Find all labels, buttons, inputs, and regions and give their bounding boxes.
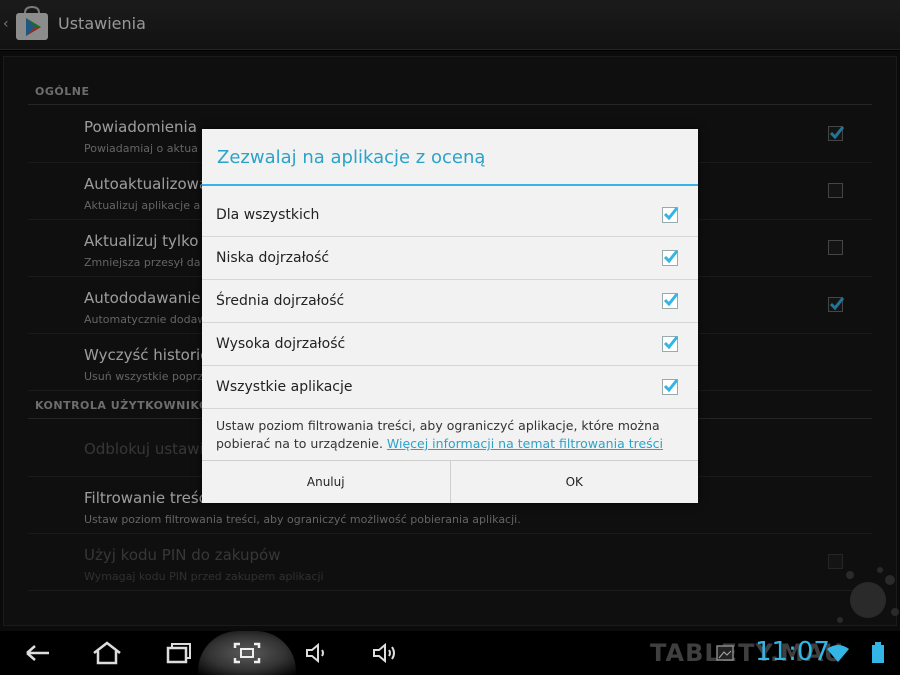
dialog-title: Zezwalaj na aplikacje z oceną bbox=[217, 147, 486, 168]
dialog-title-divider bbox=[202, 184, 698, 186]
option-label: Niska dojrzałość bbox=[216, 250, 330, 266]
home-icon[interactable] bbox=[90, 639, 124, 667]
option-all-apps[interactable]: Wszystkie aplikacje bbox=[202, 366, 698, 409]
volume-down-icon[interactable] bbox=[300, 639, 334, 667]
screenshot-icon[interactable] bbox=[230, 639, 264, 667]
cancel-button[interactable]: Anuluj bbox=[202, 461, 450, 503]
check-icon bbox=[663, 336, 679, 350]
gallery-notification-icon[interactable] bbox=[716, 645, 734, 661]
system-bar: TABLETY.MAU 11:07 bbox=[0, 631, 900, 675]
check-icon bbox=[663, 250, 679, 264]
check-icon bbox=[663, 207, 679, 221]
recent-apps-icon[interactable] bbox=[162, 639, 196, 667]
option-checkbox[interactable] bbox=[662, 379, 679, 395]
option-low-maturity[interactable]: Niska dojrzałość bbox=[202, 237, 698, 280]
check-icon bbox=[663, 293, 679, 307]
volume-up-icon[interactable] bbox=[368, 639, 402, 667]
option-everyone[interactable]: Dla wszystkich bbox=[202, 194, 698, 237]
check-icon bbox=[663, 379, 679, 393]
dialog-description: Ustaw poziom filtrowania treści, aby ogr… bbox=[216, 417, 686, 453]
dialog-button-bar: Anuluj OK bbox=[202, 460, 698, 503]
battery-icon bbox=[872, 642, 884, 663]
option-label: Wszystkie aplikacje bbox=[216, 379, 353, 395]
learn-more-link[interactable]: Więcej informacji na temat filtrowania t… bbox=[387, 436, 663, 451]
option-checkbox[interactable] bbox=[662, 207, 679, 223]
option-high-maturity[interactable]: Wysoka dojrzałość bbox=[202, 323, 698, 366]
ok-button[interactable]: OK bbox=[449, 461, 698, 503]
content-rating-dialog: Zezwalaj na aplikacje z oceną Dla wszyst… bbox=[202, 129, 698, 503]
option-checkbox[interactable] bbox=[662, 293, 679, 309]
option-checkbox[interactable] bbox=[662, 336, 679, 352]
clock: 11:07 bbox=[755, 637, 830, 667]
option-label: Wysoka dojrzałość bbox=[216, 336, 346, 352]
option-medium-maturity[interactable]: Średnia dojrzałość bbox=[202, 280, 698, 323]
watermark-splat bbox=[837, 567, 899, 623]
option-label: Dla wszystkich bbox=[216, 207, 320, 223]
option-checkbox[interactable] bbox=[662, 250, 679, 266]
wifi-icon bbox=[827, 645, 849, 662]
option-label: Średnia dojrzałość bbox=[216, 293, 345, 309]
back-icon[interactable] bbox=[20, 639, 54, 667]
